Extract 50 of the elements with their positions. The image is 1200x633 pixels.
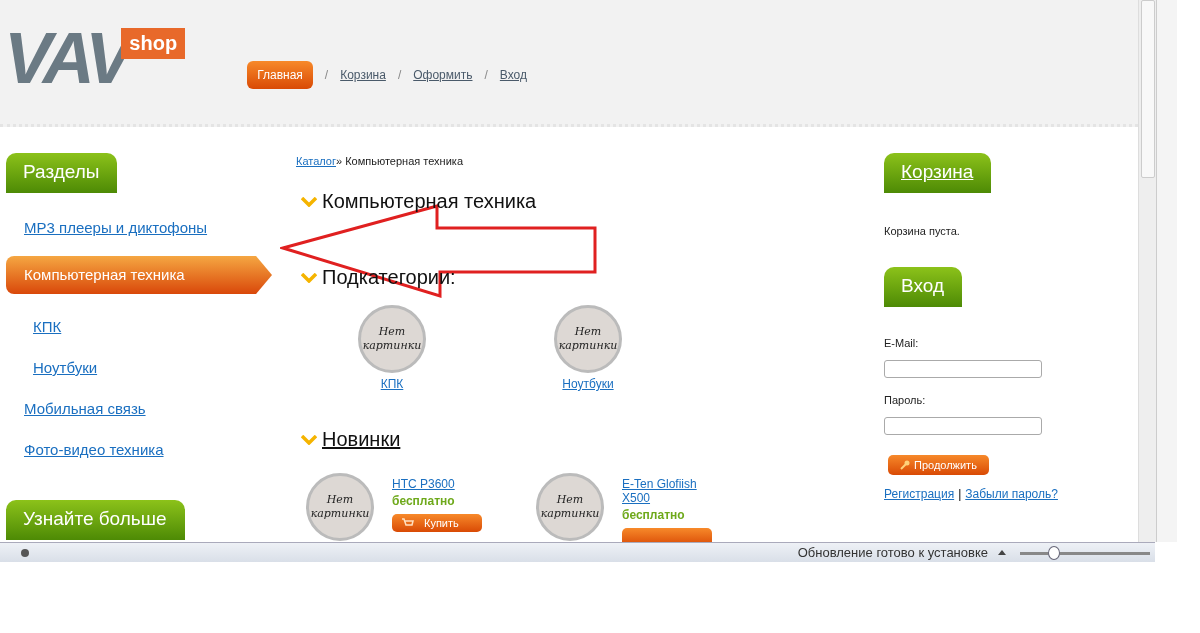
- product-price: бесплатно: [622, 508, 685, 522]
- subcategory-link[interactable]: КПК: [33, 316, 62, 357]
- zoom-slider[interactable]: [1020, 545, 1150, 560]
- product-link[interactable]: HTC P3600: [392, 477, 455, 491]
- scrollbar[interactable]: [1138, 0, 1156, 542]
- chevron-icon: [301, 196, 317, 207]
- cart-tab[interactable]: Корзина: [884, 153, 992, 193]
- email-label: E-Mail:: [884, 337, 919, 349]
- buy-button[interactable]: [622, 528, 712, 542]
- link-separator: |: [958, 487, 962, 501]
- nav-link[interactable]: Вход: [499, 68, 527, 82]
- nav-link[interactable]: Главная: [247, 61, 313, 89]
- chevron-icon: [301, 272, 317, 283]
- buy-button[interactable]: Купить: [392, 514, 482, 532]
- register-link[interactable]: Регистрация: [884, 487, 955, 501]
- product-price: бесплатно: [392, 494, 455, 508]
- key-icon: [900, 460, 910, 470]
- subcategory-link[interactable]: Ноутбуки: [33, 357, 98, 398]
- category-heading: Компьютерная техника: [322, 190, 537, 213]
- no-image-caption: Нет картинки: [539, 493, 601, 521]
- category-link[interactable]: Фото-видео техника: [24, 439, 164, 480]
- breadcrumb-current: » Компьютерная техника: [336, 155, 463, 167]
- cart-empty-text: Корзина пуста.: [884, 225, 960, 237]
- cart-icon: [402, 518, 414, 528]
- caret-icon[interactable]: [998, 550, 1006, 555]
- password-field[interactable]: [884, 417, 1042, 435]
- subcategory-link[interactable]: Ноутбуки: [562, 377, 614, 391]
- nav-link[interactable]: Корзина: [340, 68, 386, 82]
- logo-tag: shop: [121, 28, 186, 59]
- nav-link[interactable]: Оформить: [413, 68, 473, 82]
- forgot-password-link[interactable]: Забыли пароль?: [965, 487, 1058, 501]
- no-image-caption: Нет картинки: [309, 493, 371, 521]
- product-link[interactable]: E-Ten Glofiish X500: [622, 477, 717, 505]
- status-text: Обновление готово к установке: [797, 545, 988, 560]
- category-link[interactable]: Мобильная связь: [24, 398, 146, 439]
- breadcrumb-link[interactable]: Каталог: [296, 155, 336, 167]
- scrollbar[interactable]: [1156, 0, 1177, 542]
- no-image-caption: Нет картинки: [361, 325, 423, 353]
- password-label: Пароль:: [884, 394, 926, 406]
- new-items-heading[interactable]: Новинки: [322, 428, 401, 451]
- subcategory-link[interactable]: КПК: [380, 377, 404, 391]
- chevron-icon: [301, 434, 317, 445]
- category-link[interactable]: MP3 плееры и диктофоны: [24, 217, 208, 258]
- no-image-caption: Нет картинки: [557, 325, 619, 353]
- email-field[interactable]: [884, 360, 1042, 378]
- continue-button[interactable]: Продолжить: [888, 455, 989, 475]
- nav-separator: /: [324, 68, 329, 82]
- nav-separator: /: [397, 68, 402, 82]
- nav-separator: /: [484, 68, 488, 82]
- active-category-item[interactable]: Компьютерная техника: [6, 256, 272, 294]
